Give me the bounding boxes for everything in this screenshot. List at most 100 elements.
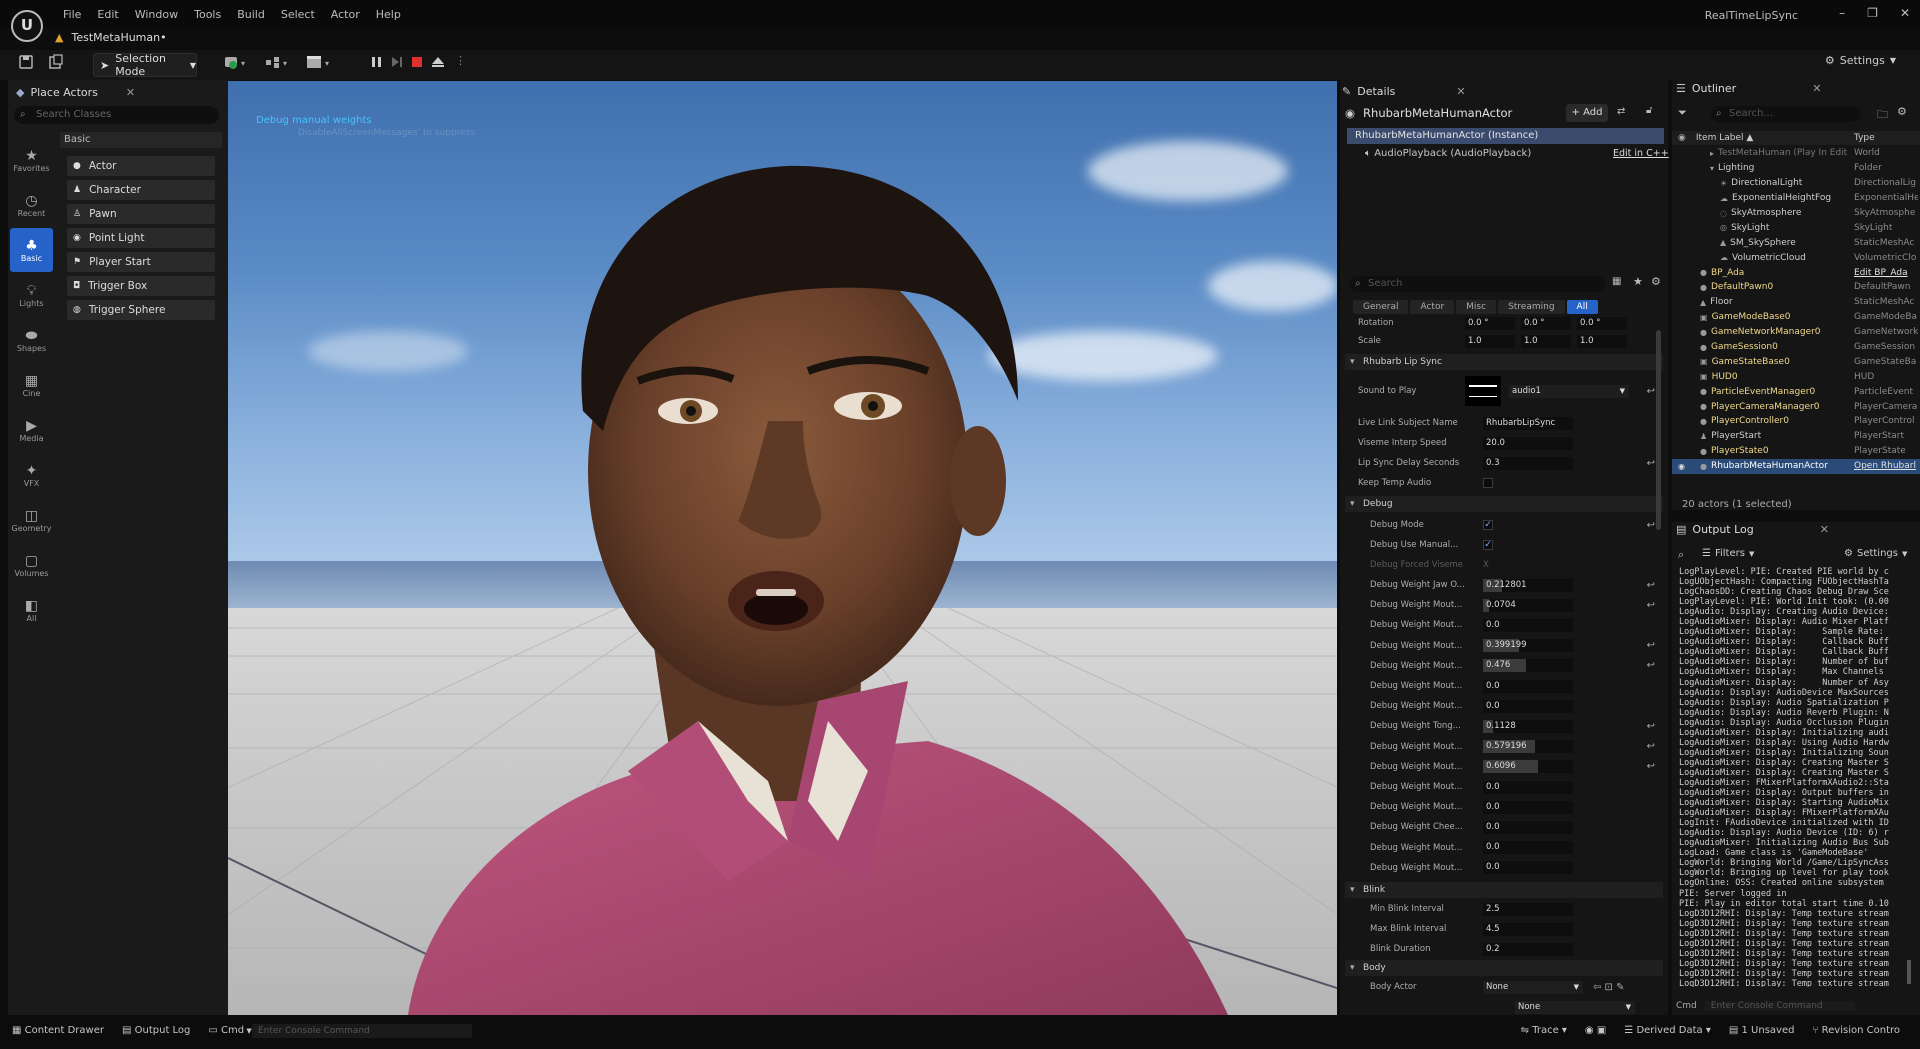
debug-weight-slider[interactable]: 0.0 bbox=[1483, 699, 1573, 713]
browse-icon[interactable]: ⇦ ⊡ ✎ bbox=[1593, 982, 1625, 993]
details-search-input[interactable]: ⌕ Search bbox=[1350, 276, 1605, 292]
keep-temp-audio-checkbox[interactable] bbox=[1483, 478, 1493, 488]
outliner-tab[interactable]: ☰ Outliner ✕ bbox=[1676, 82, 1821, 95]
outliner-row[interactable]: ● GameSession0 GameSession bbox=[1672, 340, 1920, 355]
maximize-icon[interactable]: ❐ bbox=[1867, 6, 1878, 20]
lip-sync-delay-field[interactable]: 0.3 bbox=[1483, 456, 1573, 470]
category-lights[interactable]: 💡︎ Lights bbox=[10, 273, 53, 317]
debug-weight-slider[interactable]: 0.579196 bbox=[1483, 740, 1573, 754]
log-settings-button[interactable]: ⚙ Settings ▼ bbox=[1844, 548, 1907, 559]
debug-weight-slider[interactable]: 0.476 bbox=[1483, 659, 1573, 673]
scale-z-field[interactable]: 1.0 bbox=[1577, 334, 1627, 348]
more-options-icon[interactable]: ⋮ bbox=[455, 54, 466, 76]
instance-row[interactable]: RhubarbMetaHumanActor (Instance) bbox=[1347, 128, 1664, 144]
blink-duration-field[interactable]: 0.2 bbox=[1483, 942, 1573, 956]
gear-icon[interactable]: ⚙ bbox=[1651, 275, 1661, 288]
menu-window[interactable]: Window bbox=[127, 8, 186, 21]
reset-icon[interactable]: ↩ bbox=[1647, 660, 1655, 671]
outliner-row[interactable]: ● ParticleEventManager0 ParticleEvent bbox=[1672, 384, 1920, 399]
stop-icon[interactable] bbox=[410, 54, 424, 76]
content-drawer-button[interactable]: ▦ Content Drawer bbox=[12, 1025, 104, 1036]
unreal-logo-icon[interactable]: U bbox=[11, 10, 43, 42]
menu-help[interactable]: Help bbox=[368, 8, 409, 21]
rotation-y-field[interactable]: 0.0 ° bbox=[1521, 316, 1571, 330]
log-console-input[interactable]: Enter Console Command bbox=[1704, 1001, 1855, 1011]
eject-icon[interactable] bbox=[431, 54, 445, 76]
outliner-row[interactable]: ● DefaultPawn0 DefaultPawn bbox=[1672, 280, 1920, 295]
blueprint-icon[interactable]: ▾ bbox=[264, 54, 294, 76]
outliner-row[interactable]: ▸ TestMetaHuman (Play In Edit World bbox=[1672, 146, 1920, 161]
section-blink[interactable]: Blink bbox=[1345, 882, 1663, 898]
reset-icon[interactable]: ↩ bbox=[1647, 721, 1655, 732]
menu-file[interactable]: File bbox=[55, 8, 89, 21]
outliner-row[interactable]: ▣ GameModeBase0 GameModeBa bbox=[1672, 310, 1920, 325]
body-actor-dropdown[interactable]: None ▼ bbox=[1483, 980, 1583, 994]
level-tab[interactable]: ▲ TestMetaHuman• bbox=[55, 28, 167, 46]
blueprint-icon[interactable]: ⇄ bbox=[1617, 106, 1625, 117]
scale-x-field[interactable]: 1.0 bbox=[1465, 334, 1515, 348]
debug-weight-slider[interactable]: 0.212801 bbox=[1483, 578, 1573, 592]
category-recent[interactable]: ◷ Recent bbox=[10, 183, 53, 227]
debug-use-manual-checkbox[interactable]: ✓ bbox=[1483, 540, 1493, 550]
menu-actor[interactable]: Actor bbox=[323, 8, 368, 21]
outliner-row[interactable]: ☁ ExponentialHeightFog ExponentialHe bbox=[1672, 191, 1920, 206]
log-cmd-dropdown[interactable]: Cmd bbox=[1676, 1001, 1697, 1011]
place-actors-tab[interactable]: ◆ Place Actors ✕ bbox=[10, 82, 141, 102]
debug-weight-slider[interactable]: 0.1128 bbox=[1483, 719, 1573, 733]
cinematics-icon[interactable]: ▾ bbox=[305, 54, 335, 76]
lock-icon[interactable]: 🔓︎ bbox=[1646, 105, 1652, 116]
debug-weight-slider[interactable]: 0.0 bbox=[1483, 841, 1573, 855]
search-classes-input[interactable]: ⌕ Search Classes bbox=[14, 106, 219, 124]
eye-icon[interactable]: ◉ bbox=[1678, 133, 1686, 143]
step-icon[interactable] bbox=[390, 54, 404, 76]
add-content-icon[interactable]: ▾ bbox=[223, 54, 249, 76]
debug-weight-slider[interactable]: 0.399199 bbox=[1483, 639, 1573, 653]
gear-icon[interactable]: ⚙ bbox=[1897, 105, 1907, 118]
debug-weight-slider[interactable]: 0.0 bbox=[1483, 679, 1573, 693]
debug-weight-slider[interactable]: 0.0 bbox=[1483, 618, 1573, 632]
reset-icon[interactable]: ↩ bbox=[1647, 386, 1655, 397]
category-geometry[interactable]: ◫ Geometry bbox=[10, 498, 53, 542]
settings-button[interactable]: ⚙ Settings ▼ bbox=[1825, 54, 1896, 67]
column-type[interactable]: Type bbox=[1854, 133, 1875, 143]
outliner-row[interactable]: ◌ SkyAtmosphere SkyAtmosphe bbox=[1672, 206, 1920, 221]
close-tab-icon[interactable]: ✕ bbox=[1812, 82, 1821, 95]
list-item-point-light[interactable]: ◉ Point Light bbox=[67, 228, 215, 248]
outliner-row[interactable]: ☀ DirectionalLight DirectionalLig bbox=[1672, 176, 1920, 191]
list-item-character[interactable]: ♟ Character bbox=[67, 180, 215, 200]
outliner-row[interactable]: ▣ GameStateBase0 GameStateBa bbox=[1672, 354, 1920, 369]
reset-icon[interactable]: ↩ bbox=[1647, 520, 1655, 531]
output-log-tab[interactable]: ▤ Output Log ✕ bbox=[1676, 523, 1829, 536]
category-vfx[interactable]: ✦ VFX bbox=[10, 453, 53, 497]
log-filters-button[interactable]: ☰ Filters ▼ bbox=[1702, 548, 1754, 559]
grid-view-icon[interactable]: ▦ bbox=[1612, 276, 1621, 287]
filter-icon[interactable]: ⏷ bbox=[1678, 106, 1687, 120]
browse-icon[interactable] bbox=[48, 54, 64, 76]
save-icon[interactable] bbox=[18, 54, 34, 76]
cmd-dropdown[interactable]: ▭ Cmd ▼ bbox=[208, 1025, 251, 1036]
pause-icon[interactable] bbox=[370, 54, 384, 76]
category-all[interactable]: ◧ All bbox=[10, 588, 53, 632]
live-link-field[interactable]: RhubarbLipSync bbox=[1483, 416, 1573, 430]
component-audioplayback[interactable]: 🔈︎ AudioPlayback (AudioPlayback) bbox=[1365, 148, 1531, 159]
list-item-trigger-sphere[interactable]: ◍ Trigger Sphere bbox=[67, 300, 215, 320]
outliner-row[interactable]: ♟ PlayerStart PlayerStart bbox=[1672, 429, 1920, 444]
category-media[interactable]: ▶ Media bbox=[10, 408, 53, 452]
log-output[interactable]: LogPlayLevel: PIE: Created PIE world by … bbox=[1679, 567, 1901, 987]
section-debug[interactable]: Debug bbox=[1345, 496, 1663, 512]
viseme-speed-field[interactable]: 20.0 bbox=[1483, 436, 1573, 450]
rotation-z-field[interactable]: 0.0 ° bbox=[1577, 316, 1627, 330]
outliner-row[interactable]: ◉ ● RhubarbMetaHumanActor Open Rhubarl bbox=[1672, 458, 1920, 474]
reset-icon[interactable]: ↩ bbox=[1647, 580, 1655, 591]
rotation-x-field[interactable]: 0.0 ° bbox=[1465, 316, 1515, 330]
debug-forced-viseme-value[interactable]: X bbox=[1483, 560, 1489, 570]
sound-to-play-dropdown[interactable]: audio1 ▼ bbox=[1509, 384, 1629, 398]
outliner-row[interactable]: ● PlayerController0 PlayerControl bbox=[1672, 414, 1920, 429]
folder-add-icon[interactable]: 🗀︎ bbox=[1877, 106, 1888, 125]
search-icon[interactable]: ⌕ bbox=[1678, 548, 1684, 562]
log-scrollbar[interactable] bbox=[1907, 960, 1911, 984]
scale-y-field[interactable]: 1.0 bbox=[1521, 334, 1571, 348]
close-icon[interactable]: ✕ bbox=[1900, 6, 1910, 20]
max-blink-field[interactable]: 4.5 bbox=[1483, 922, 1573, 936]
outliner-row[interactable]: ◎ SkyLight SkyLight bbox=[1672, 220, 1920, 235]
